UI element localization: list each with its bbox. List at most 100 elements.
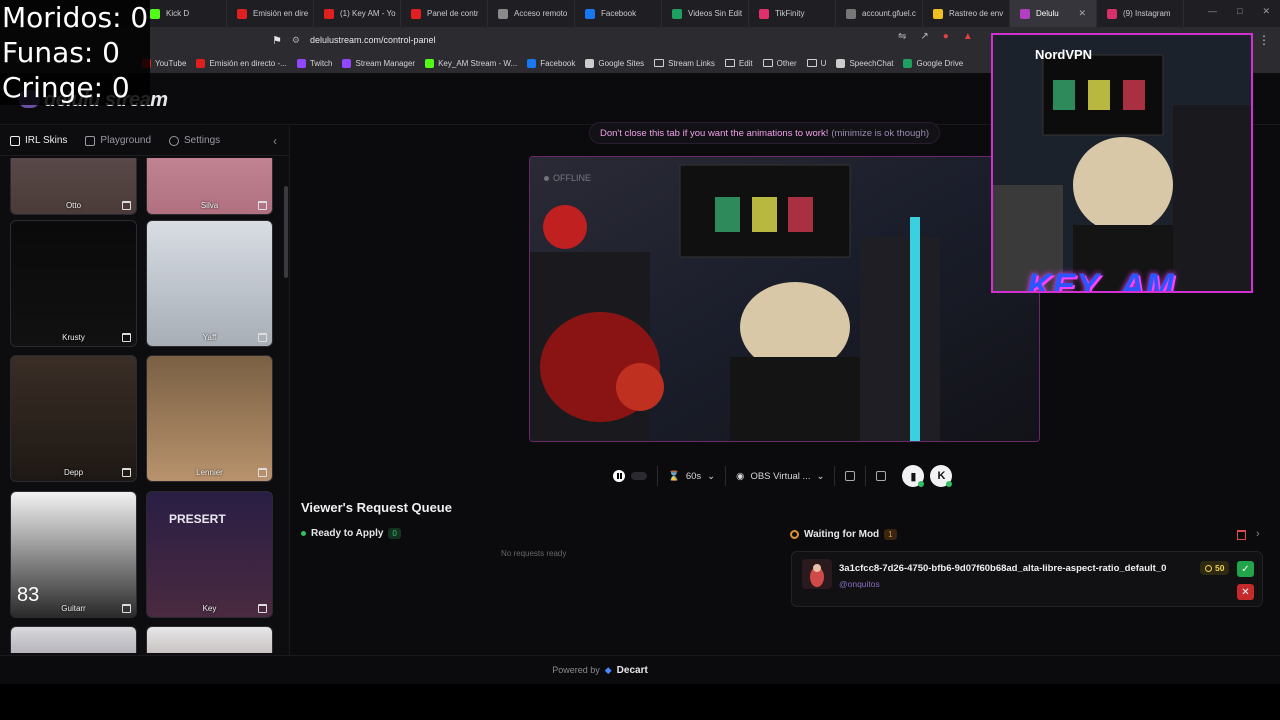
- skin-card[interactable]: Yaff: [146, 220, 273, 347]
- delete-skin-trash-icon[interactable]: [122, 468, 131, 477]
- skin-card[interactable]: Depp: [10, 355, 137, 482]
- duration-control[interactable]: ⌛ 60s ⌄: [658, 466, 727, 486]
- stream-counter-overlay: Moridos: 0 Funas: 0 Cringe: 0: [0, 0, 151, 105]
- pause-toggle[interactable]: [631, 472, 647, 480]
- browser-tab[interactable]: Acceso remoto: [488, 0, 575, 27]
- bookmark-item[interactable]: Key_AM Stream - W...: [425, 58, 517, 68]
- sidebar-scrollbar[interactable]: [284, 186, 288, 278]
- site-info-icon[interactable]: ⚙: [292, 35, 300, 46]
- browser-menu-icon[interactable]: ⋮: [1258, 33, 1270, 47]
- bookmark-item[interactable]: Twitch: [296, 58, 332, 68]
- layout-control[interactable]: [835, 466, 867, 486]
- browser-tab[interactable]: Delulu ✕: [1010, 0, 1097, 27]
- close-window-icon[interactable]: ✕: [1262, 6, 1270, 17]
- skin-card[interactable]: [10, 626, 137, 653]
- tab-settings[interactable]: Settings: [169, 135, 220, 146]
- clear-queue-trash-icon[interactable]: [1237, 530, 1246, 540]
- bookmark-folder[interactable]: Other: [762, 58, 797, 68]
- tab-label: Rastreo de env: [949, 9, 1004, 18]
- delete-skin-trash-icon[interactable]: [258, 201, 267, 210]
- minimize-icon[interactable]: —: [1208, 6, 1217, 17]
- twitch-icon: ▮: [910, 470, 917, 483]
- skin-card[interactable]: Lennier: [146, 355, 273, 482]
- translate-icon[interactable]: ⇋: [898, 31, 906, 42]
- approve-button[interactable]: ✓: [1237, 561, 1254, 577]
- camera-icon: ◉: [736, 470, 745, 482]
- close-tab-icon[interactable]: ✕: [1078, 8, 1086, 19]
- bookmark-folder[interactable]: Stream Links: [654, 59, 715, 68]
- twitch-connect-button[interactable]: ▮: [902, 465, 925, 487]
- skin-name: Otto: [65, 201, 82, 210]
- delete-skin-trash-icon[interactable]: [258, 468, 267, 477]
- skin-badge: 83: [17, 584, 40, 606]
- skin-card[interactable]: [146, 626, 273, 653]
- skin-card[interactable]: Guitarr 83: [10, 491, 137, 618]
- pause-control[interactable]: [603, 466, 658, 486]
- sidebar: IRL Skins Playground Settings ‹ Otto Silv…: [0, 126, 290, 656]
- webcam-image: [993, 35, 1251, 291]
- browser-tab[interactable]: TikFinity: [749, 0, 836, 27]
- bookmark-item[interactable]: Facebook: [527, 58, 575, 68]
- webcam-overlay: NordVPN KEY_AM: [991, 33, 1253, 293]
- skin-name: Krusty: [62, 333, 85, 342]
- request-user[interactable]: @onquitos: [839, 579, 880, 589]
- camera-select[interactable]: ◉ OBS Virtual ... ⌄: [726, 466, 836, 486]
- tab-playground[interactable]: Playground: [85, 135, 151, 146]
- extension-icon[interactable]: ●: [943, 31, 949, 42]
- browser-tab[interactable]: (1) Key AM - Yo: [314, 0, 401, 27]
- bits-icon: [1205, 564, 1212, 572]
- waiting-icon: [790, 530, 799, 539]
- skin-name: Yaff: [202, 333, 217, 342]
- reject-button[interactable]: ✕: [1237, 584, 1254, 600]
- browser-tab[interactable]: Emisión en dire: [227, 0, 314, 27]
- keep-tab-open-notice: Don't close this tab if you want the ani…: [589, 122, 941, 144]
- skins-icon: [10, 135, 20, 146]
- browser-tab[interactable]: Kick D: [140, 0, 227, 27]
- cringe-counter: Cringe: 0: [2, 71, 130, 104]
- browser-tab[interactable]: Videos Sin Edit: [662, 0, 749, 27]
- browser-tab[interactable]: account.gfuel.c: [836, 0, 923, 27]
- browser-tab[interactable]: Facebook: [575, 0, 662, 27]
- bookmark-folder[interactable]: U: [806, 59, 826, 68]
- bookmark-label: Other: [776, 58, 797, 68]
- skin-card[interactable]: Silva: [146, 158, 273, 215]
- maximize-icon[interactable]: □: [1237, 6, 1242, 17]
- delete-skin-trash-icon[interactable]: [122, 333, 131, 342]
- tab-favicon-icon: [933, 8, 943, 19]
- skin-card[interactable]: Krusty: [10, 220, 137, 347]
- bookmark-folder[interactable]: Edit: [724, 59, 753, 68]
- bookmark-icon[interactable]: ⚑: [272, 34, 282, 47]
- folder-icon: [806, 59, 817, 67]
- kick-connect-button[interactable]: K: [930, 465, 953, 487]
- bookmark-item[interactable]: Emisión en directo -...: [196, 58, 287, 68]
- share-icon[interactable]: ↗: [920, 31, 928, 42]
- bookmark-item[interactable]: Stream Manager: [342, 58, 415, 68]
- bookmark-favicon-icon: [903, 58, 913, 68]
- skin-card[interactable]: Key PRESERT: [146, 491, 273, 618]
- alert-icon[interactable]: ▲: [963, 31, 973, 42]
- browser-tab[interactable]: (9) Instagram: [1097, 0, 1184, 27]
- url-field[interactable]: ⚑ ⚙ delulustream.com/control-panel: [272, 31, 992, 49]
- folder-icon: [654, 59, 665, 67]
- skin-name: Depp: [63, 468, 84, 477]
- skin-card[interactable]: Otto: [10, 158, 137, 215]
- chevron-right-icon[interactable]: ›: [1256, 528, 1260, 540]
- delete-skin-trash-icon[interactable]: [122, 201, 131, 210]
- delete-skin-trash-icon[interactable]: [258, 604, 267, 613]
- bookmark-item[interactable]: Google Drive: [903, 58, 963, 68]
- window-controls: — □ ✕: [1208, 6, 1270, 17]
- browser-tab[interactable]: Panel de contr: [401, 0, 488, 27]
- bookmark-favicon-icon: [342, 58, 352, 68]
- browser-tab[interactable]: Rastreo de env: [923, 0, 1010, 27]
- decart-brand[interactable]: Decart: [617, 665, 648, 676]
- image-control[interactable]: [866, 466, 896, 486]
- delete-skin-trash-icon[interactable]: [122, 604, 131, 613]
- bookmark-item[interactable]: SpeechChat: [836, 58, 893, 68]
- bookmark-item[interactable]: Google Sites: [585, 58, 644, 68]
- tab-irl-skins[interactable]: IRL Skins: [10, 135, 67, 146]
- offline-status: OFFLINE: [544, 173, 591, 183]
- skin-name: Silva: [200, 201, 219, 210]
- chevron-down-icon: ⌄: [816, 470, 825, 482]
- delete-skin-trash-icon[interactable]: [258, 333, 267, 342]
- collapse-sidebar-icon[interactable]: ‹: [273, 134, 277, 148]
